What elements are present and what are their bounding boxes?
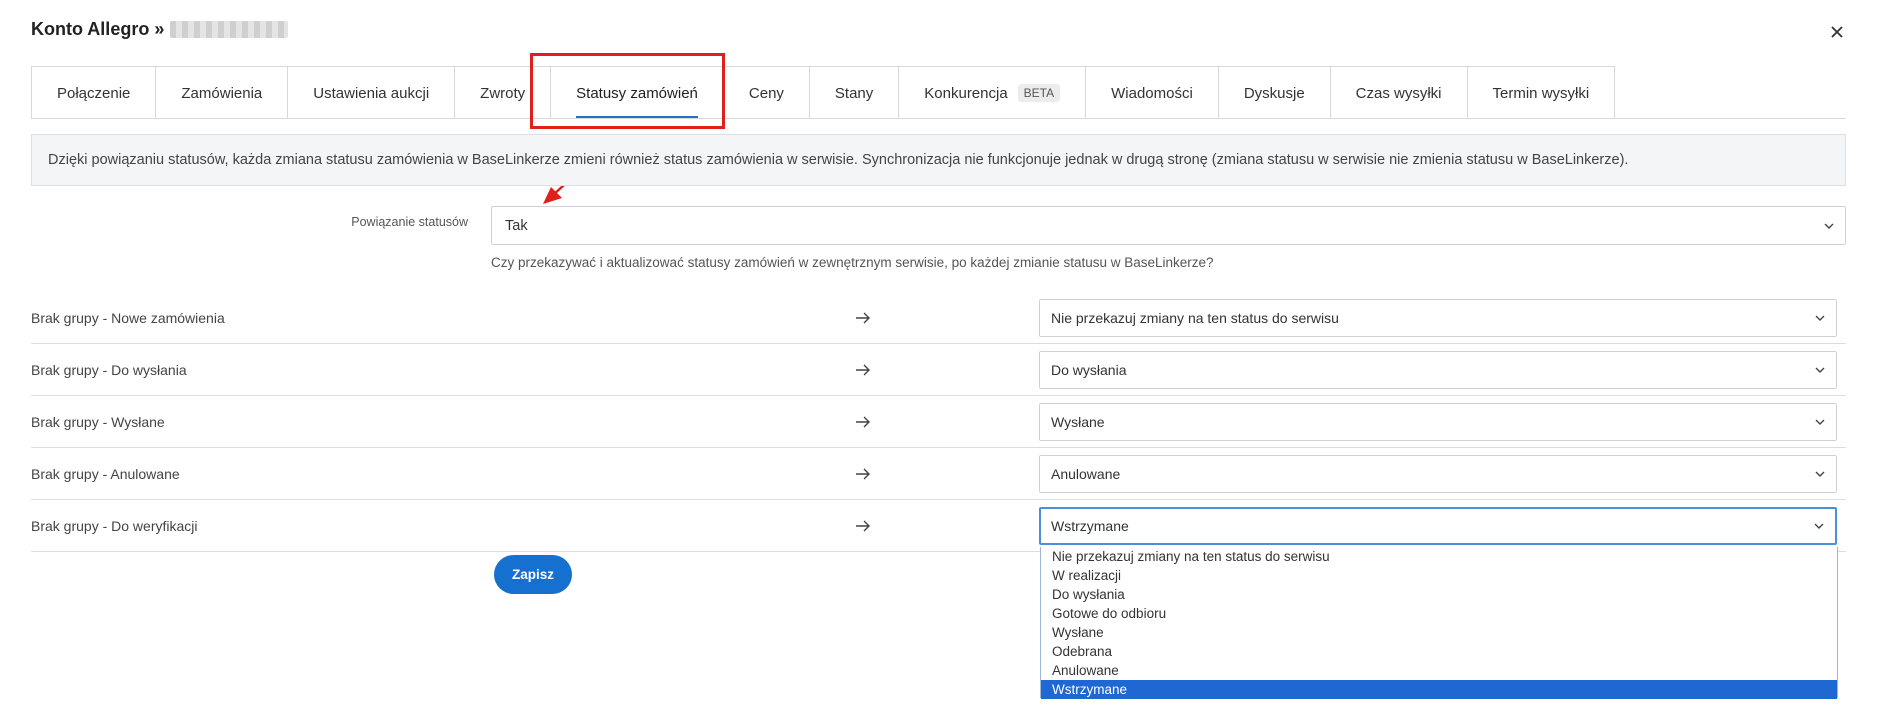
info-box: Dzięki powiązaniu statusów, każda zmiana… [31,134,1846,186]
chevron-down-icon [1815,315,1825,321]
target-status-select[interactable]: Wstrzymane [1039,507,1837,545]
status-mapping-row: Brak grupy - Nowe zamówienia Nie przekazu… [31,292,1846,344]
tab-konkurencja[interactable]: Konkurencja BETA [899,67,1087,119]
tab-label: Stany [834,84,874,102]
status-binding-help: Czy przekazywać i aktualizować statusy z… [491,255,1214,270]
source-status-label: Brak grupy - Wysłane [31,414,165,430]
chevron-down-icon [1815,419,1825,425]
save-button[interactable]: Zapisz [494,555,572,594]
modal-title-text: Konto Allegro » [31,19,165,39]
tab-zamówienia[interactable]: Zamówienia [156,67,289,119]
tab-zwroty[interactable]: Zwroty [455,67,552,119]
arrow-right-icon [856,312,870,324]
arrow-right-icon [856,468,870,480]
beta-badge: BETA [1017,84,1061,102]
status-binding-value: Tak [505,217,528,234]
tab-ustawienia-aukcji[interactable]: Ustawienia aukcji [288,67,456,119]
chevron-down-icon [1815,367,1825,373]
target-status-select[interactable]: Wysłane [1039,403,1837,441]
tab-label: Zamówienia [181,84,263,102]
target-status-value: Do wysłania [1051,362,1127,378]
tab-label: Czas wysyłki [1355,84,1442,102]
tab-połączenie[interactable]: Połączenie [32,67,157,119]
modal-title: Konto Allegro » [31,19,289,40]
status-dropdown-list[interactable]: Nie przekazuj zmiany na ten status do se… [1040,547,1838,699]
tab-label: Ceny [748,84,784,102]
source-status-label: Brak grupy - Nowe zamówienia [31,310,225,326]
tab-ceny[interactable]: Ceny [724,67,810,119]
target-status-select[interactable]: Do wysłania [1039,351,1837,389]
tab-termin-wysyłki[interactable]: Termin wysyłki [1468,67,1615,119]
source-status-label: Brak grupy - Do weryfikacji [31,518,198,534]
dropdown-option[interactable]: Gotowe do odbioru [1041,604,1837,623]
info-text: Dzięki powiązaniu statusów, każda zmiana… [48,152,1629,168]
tab-czas-wysyłki[interactable]: Czas wysyłki [1331,67,1468,119]
tab-label: Statusy zamówień [576,84,698,102]
tab-divider [31,118,1846,119]
dropdown-option[interactable]: Odebrana [1041,642,1837,661]
target-status-value: Nie przekazuj zmiany na ten status do se… [1051,310,1339,326]
tab-bar: Połączenie Zamówienia Ustawienia aukcji Zwr… [31,66,1616,119]
status-mapping-row: Brak grupy - Do wysłania Do wysłania [31,344,1846,396]
chevron-down-icon [1814,523,1824,529]
target-status-value: Anulowane [1051,466,1121,482]
arrow-right-icon [856,416,870,428]
tab-statusy-zamówień[interactable]: Statusy zamówień [551,67,724,119]
chevron-down-icon [1824,223,1834,229]
tab-label: Termin wysyłki [1492,84,1590,102]
tab-label: Wiadomości [1111,84,1193,102]
tab-stany[interactable]: Stany [810,67,900,119]
arrow-right-icon [856,364,870,376]
dropdown-option[interactable]: Do wysłania [1041,585,1837,604]
tab-label: Połączenie [57,84,131,102]
status-mapping-row: Brak grupy - Wysłane Wysłane [31,396,1846,448]
status-mapping-row: Brak grupy - Anulowane Anulowane [31,448,1846,500]
tab-label: Konkurencja [924,84,1008,102]
tab-label: Ustawienia aukcji [313,84,430,102]
dropdown-option[interactable]: Nie przekazuj zmiany na ten status do se… [1041,547,1837,566]
account-name-redacted [170,21,289,38]
tab-dyskusje[interactable]: Dyskusje [1219,67,1331,119]
tab-wiadomości[interactable]: Wiadomości [1086,67,1219,119]
status-binding-select[interactable]: Tak [491,206,1846,245]
dropdown-option[interactable]: Wstrzymane [1041,680,1837,699]
status-binding-label: Powiązanie statusów [351,215,468,229]
tab-label: Dyskusje [1243,84,1305,102]
dropdown-option[interactable]: Anulowane [1041,661,1837,680]
status-mapping-row: Brak grupy - Do weryfikacji Wstrzymane [31,500,1846,552]
target-status-select[interactable]: Anulowane [1039,455,1837,493]
chevron-down-icon [1815,471,1825,477]
arrow-right-icon [856,520,870,532]
dropdown-option[interactable]: W realizacji [1041,566,1837,585]
source-status-label: Brak grupy - Anulowane [31,466,180,482]
tab-label: Zwroty [480,84,526,102]
close-icon[interactable] [1827,22,1847,42]
target-status-value: Wysłane [1051,414,1105,430]
target-status-select[interactable]: Nie przekazuj zmiany na ten status do se… [1039,299,1837,337]
target-status-value: Wstrzymane [1051,518,1129,534]
source-status-label: Brak grupy - Do wysłania [31,362,187,378]
dropdown-option[interactable]: Wysłane [1041,623,1837,642]
